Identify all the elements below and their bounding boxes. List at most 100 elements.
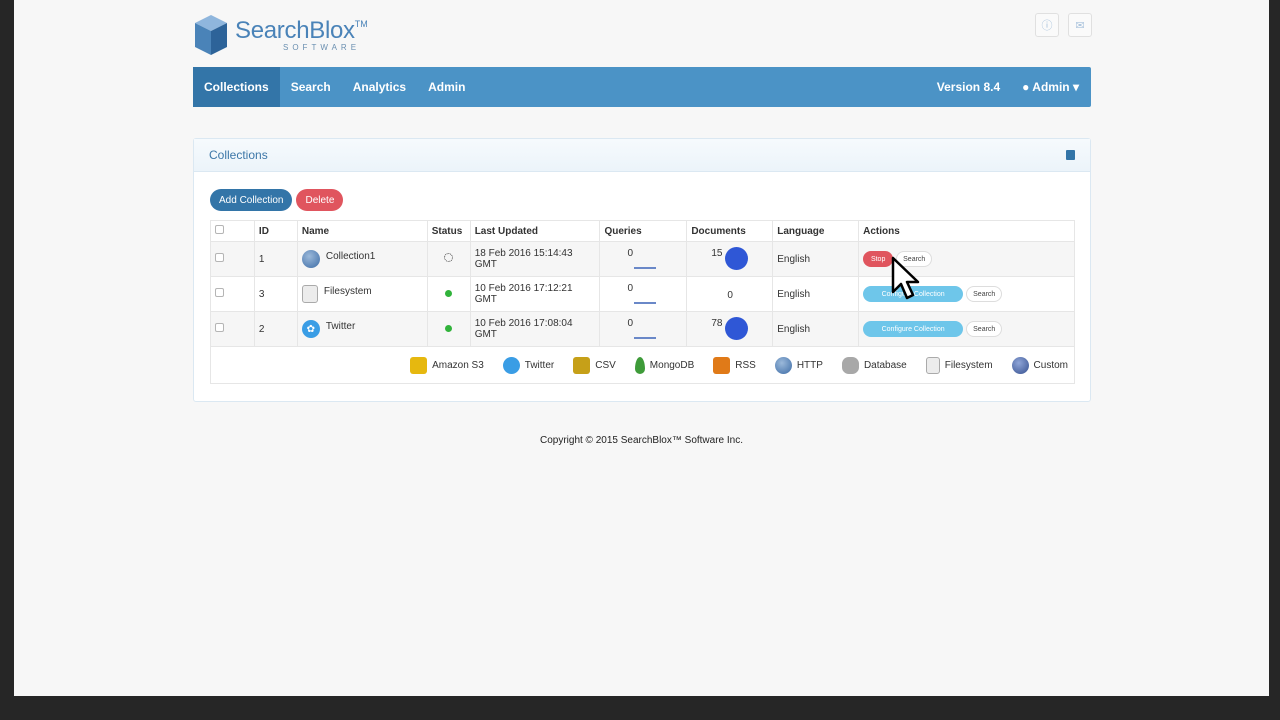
- source-label: HTTP: [796, 359, 823, 371]
- col-header-queries[interactable]: Queries: [599, 220, 688, 242]
- user-name: Admin: [1032, 80, 1070, 94]
- twitter-icon: [502, 356, 520, 374]
- nav-search[interactable]: Search: [280, 67, 342, 107]
- status-idle-icon: [445, 324, 453, 332]
- col-header-status[interactable]: Status: [426, 220, 471, 242]
- table-row: 3 Filesystem 10 Feb 2016 17:12:21 GMT 0 …: [210, 276, 1075, 312]
- col-header-actions: Actions: [858, 220, 1075, 242]
- filesystem-icon: [925, 356, 940, 374]
- col-header-documents[interactable]: Documents: [686, 220, 774, 242]
- header-icons: ⓘ ✉: [1035, 13, 1092, 37]
- collections-panel: Collections Add Collection Delete ID Nam…: [193, 138, 1091, 402]
- custom-icon: [1011, 356, 1029, 374]
- col-header-name[interactable]: Name: [296, 220, 428, 242]
- user-icon: ●: [1022, 80, 1030, 94]
- queries-sparkline: [634, 337, 657, 339]
- mouse-pointer-icon: [891, 256, 920, 300]
- search-collection-button[interactable]: Search: [966, 321, 1003, 337]
- book-icon[interactable]: [1066, 150, 1075, 160]
- collection-type-list: Amazon S3 Twitter CSV MongoDB RSS HTTP D…: [215, 356, 1070, 374]
- source-label: CSV: [595, 359, 616, 371]
- collection-name-link[interactable]: Filesystem: [324, 286, 372, 297]
- row-queries: 0: [627, 283, 633, 294]
- collections-table: ID Name Status Last Updated Queries Docu…: [210, 220, 1075, 384]
- row-id: 1: [253, 241, 298, 277]
- row-checkbox[interactable]: [215, 288, 224, 297]
- source-http[interactable]: HTTP: [774, 356, 823, 374]
- page: SearchBloxTM SOFTWARE ⓘ ✉ Collections Se…: [14, 0, 1269, 696]
- row-queries: 0: [627, 248, 633, 259]
- source-label: RSS: [735, 359, 756, 371]
- row-language: English: [772, 311, 860, 347]
- source-label: Custom: [1033, 359, 1068, 371]
- searchblox-logo[interactable]: SearchBloxTM SOFTWARE: [193, 13, 368, 57]
- nav-analytics[interactable]: Analytics: [342, 67, 417, 107]
- mongodb-leaf-icon: [634, 356, 645, 374]
- source-label: Database: [863, 359, 907, 371]
- row-documents: 0: [727, 290, 733, 301]
- http-globe-icon: [301, 250, 320, 268]
- source-database[interactable]: Database: [841, 356, 907, 374]
- database-icon: [841, 356, 859, 374]
- documents-chart-icon: [725, 247, 749, 270]
- collection-types-row: Amazon S3 Twitter CSV MongoDB RSS HTTP D…: [210, 346, 1075, 384]
- indexing-spinner-icon: [444, 253, 454, 262]
- twitter-icon: ✿: [301, 320, 320, 338]
- panel-actions: Add Collection Delete: [210, 189, 344, 211]
- stop-button[interactable]: Stop: [863, 251, 894, 267]
- brand-tm: TM: [354, 19, 368, 29]
- nav-admin[interactable]: Admin: [417, 67, 476, 107]
- configure-collection-button[interactable]: Configure Collection: [863, 321, 964, 337]
- nav-collections[interactable]: Collections: [193, 67, 280, 107]
- row-last-updated: 10 Feb 2016 17:12:21 GMT: [469, 276, 601, 312]
- source-custom[interactable]: Custom: [1011, 356, 1068, 374]
- search-collection-button[interactable]: Search: [966, 286, 1003, 302]
- main-navbar: Collections Search Analytics Admin Versi…: [193, 67, 1091, 107]
- row-queries: 0: [627, 318, 633, 329]
- row-documents: 15: [711, 248, 723, 259]
- collection-name-link[interactable]: Collection1: [326, 251, 375, 262]
- row-documents: 78: [711, 318, 723, 329]
- source-filesystem[interactable]: Filesystem: [925, 356, 993, 374]
- brand-name: SearchBlox: [235, 17, 355, 44]
- panel-title: Collections: [209, 148, 268, 162]
- filesystem-icon: [301, 285, 318, 303]
- info-icon[interactable]: ⓘ: [1035, 13, 1059, 37]
- caret-down-icon: ▾: [1072, 80, 1079, 94]
- brand-sub: SOFTWARE: [283, 43, 361, 52]
- row-checkbox[interactable]: [215, 253, 224, 262]
- version-label: Version 8.4: [936, 80, 1001, 94]
- source-twitter[interactable]: Twitter: [502, 356, 554, 374]
- source-rss[interactable]: RSS: [713, 356, 756, 374]
- select-all-cell: [210, 220, 255, 242]
- http-globe-icon: [774, 356, 792, 374]
- add-collection-button[interactable]: Add Collection: [210, 189, 293, 211]
- cube-logo-icon: [195, 15, 227, 55]
- col-header-id[interactable]: ID: [253, 220, 298, 242]
- status-idle-icon: [445, 289, 453, 297]
- col-header-language[interactable]: Language: [772, 220, 860, 242]
- select-all-checkbox[interactable]: [215, 225, 224, 234]
- source-amazon-s3[interactable]: Amazon S3: [410, 356, 484, 374]
- row-last-updated: 18 Feb 2016 15:14:43 GMT: [469, 241, 601, 277]
- footer-copyright: Copyright © 2015 SearchBlox™ Software In…: [539, 435, 744, 446]
- delete-button[interactable]: Delete: [296, 189, 344, 211]
- mail-icon[interactable]: ✉: [1068, 13, 1092, 37]
- rss-icon: [713, 356, 731, 374]
- queries-sparkline: [634, 302, 657, 304]
- csv-icon: [573, 356, 591, 374]
- source-label: Amazon S3: [432, 359, 484, 371]
- table-header-row: ID Name Status Last Updated Queries Docu…: [210, 220, 1075, 242]
- source-label: MongoDB: [649, 359, 695, 371]
- source-label: Filesystem: [944, 359, 993, 371]
- table-row: 1 Collection1 18 Feb 2016 15:14:43 GMT 0…: [210, 241, 1075, 277]
- row-checkbox[interactable]: [215, 323, 224, 332]
- row-id: 3: [253, 276, 298, 312]
- collection-name-link[interactable]: Twitter: [326, 321, 355, 332]
- user-menu[interactable]: ● Admin ▾: [1022, 80, 1079, 94]
- col-header-last-updated[interactable]: Last Updated: [469, 220, 601, 242]
- row-language: English: [772, 241, 860, 277]
- source-mongodb[interactable]: MongoDB: [634, 356, 695, 374]
- source-csv[interactable]: CSV: [573, 356, 616, 374]
- row-id: 2: [253, 311, 298, 347]
